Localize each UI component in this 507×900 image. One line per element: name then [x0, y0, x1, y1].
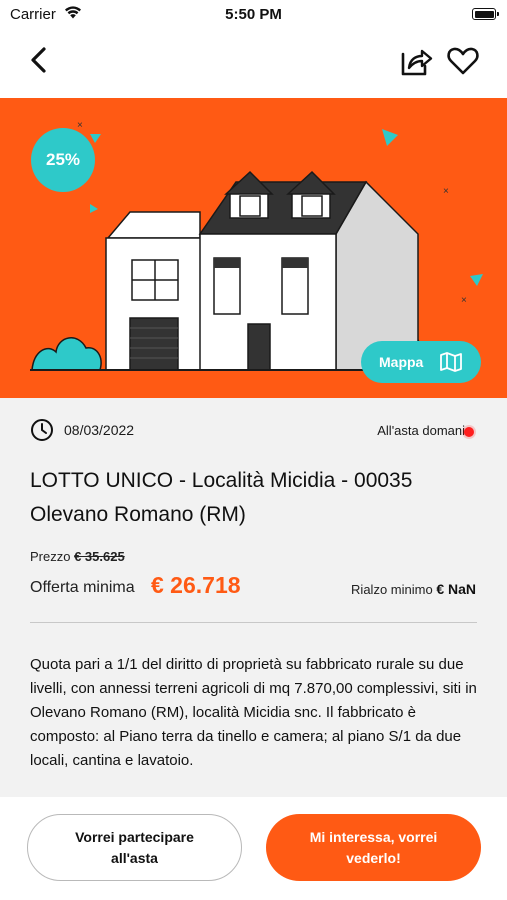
discount-badge: 25%: [31, 128, 95, 192]
svg-text:×: ×: [443, 186, 449, 197]
old-price: Prezzo € 35.625: [30, 549, 125, 564]
old-price-value: € 35.625: [74, 549, 125, 564]
nav-bar: [0, 30, 507, 98]
listing-description: Quota pari a 1/1 del diritto di propriet…: [30, 656, 477, 769]
divider: [30, 622, 477, 623]
min-raise-label: Rialzo minimo: [351, 582, 433, 597]
clock-icon: [31, 419, 53, 441]
auction-date: 08/03/2022: [64, 422, 135, 438]
heart-icon[interactable]: [446, 45, 480, 77]
map-icon: [440, 352, 462, 372]
map-button[interactable]: Mappa: [361, 341, 481, 383]
action-footer: Vorrei partecipare all'asta Mi interessa…: [0, 797, 507, 900]
svg-text:×: ×: [461, 295, 467, 306]
map-button-label: Mappa: [379, 354, 424, 370]
min-raise: Rialzo minimo € NaN: [351, 581, 476, 597]
listing-info: 08/03/2022 All'asta domani LOTTO UNICO -…: [0, 398, 507, 798]
status-time: 5:50 PM: [225, 6, 282, 23]
status-bar: Carrier 5:50 PM: [0, 0, 507, 30]
participate-button[interactable]: Vorrei partecipare all'asta: [27, 814, 242, 881]
live-indicator: [464, 427, 474, 437]
min-offer-value: € 26.718: [151, 572, 241, 598]
old-price-label: Prezzo: [30, 549, 71, 564]
min-raise-value: € NaN: [436, 581, 476, 597]
svg-text:×: ×: [77, 120, 83, 131]
min-offer-label: Offerta minima: [30, 579, 135, 596]
battery-icon: [472, 8, 499, 20]
back-chevron-icon[interactable]: [24, 44, 56, 76]
share-icon[interactable]: [398, 44, 434, 78]
interested-button[interactable]: Mi interessa, vorrei vederlo!: [266, 814, 481, 881]
listing-title: LOTTO UNICO - Località Micidia - 00035 O…: [30, 469, 413, 526]
auction-status: All'asta domani: [377, 423, 465, 438]
